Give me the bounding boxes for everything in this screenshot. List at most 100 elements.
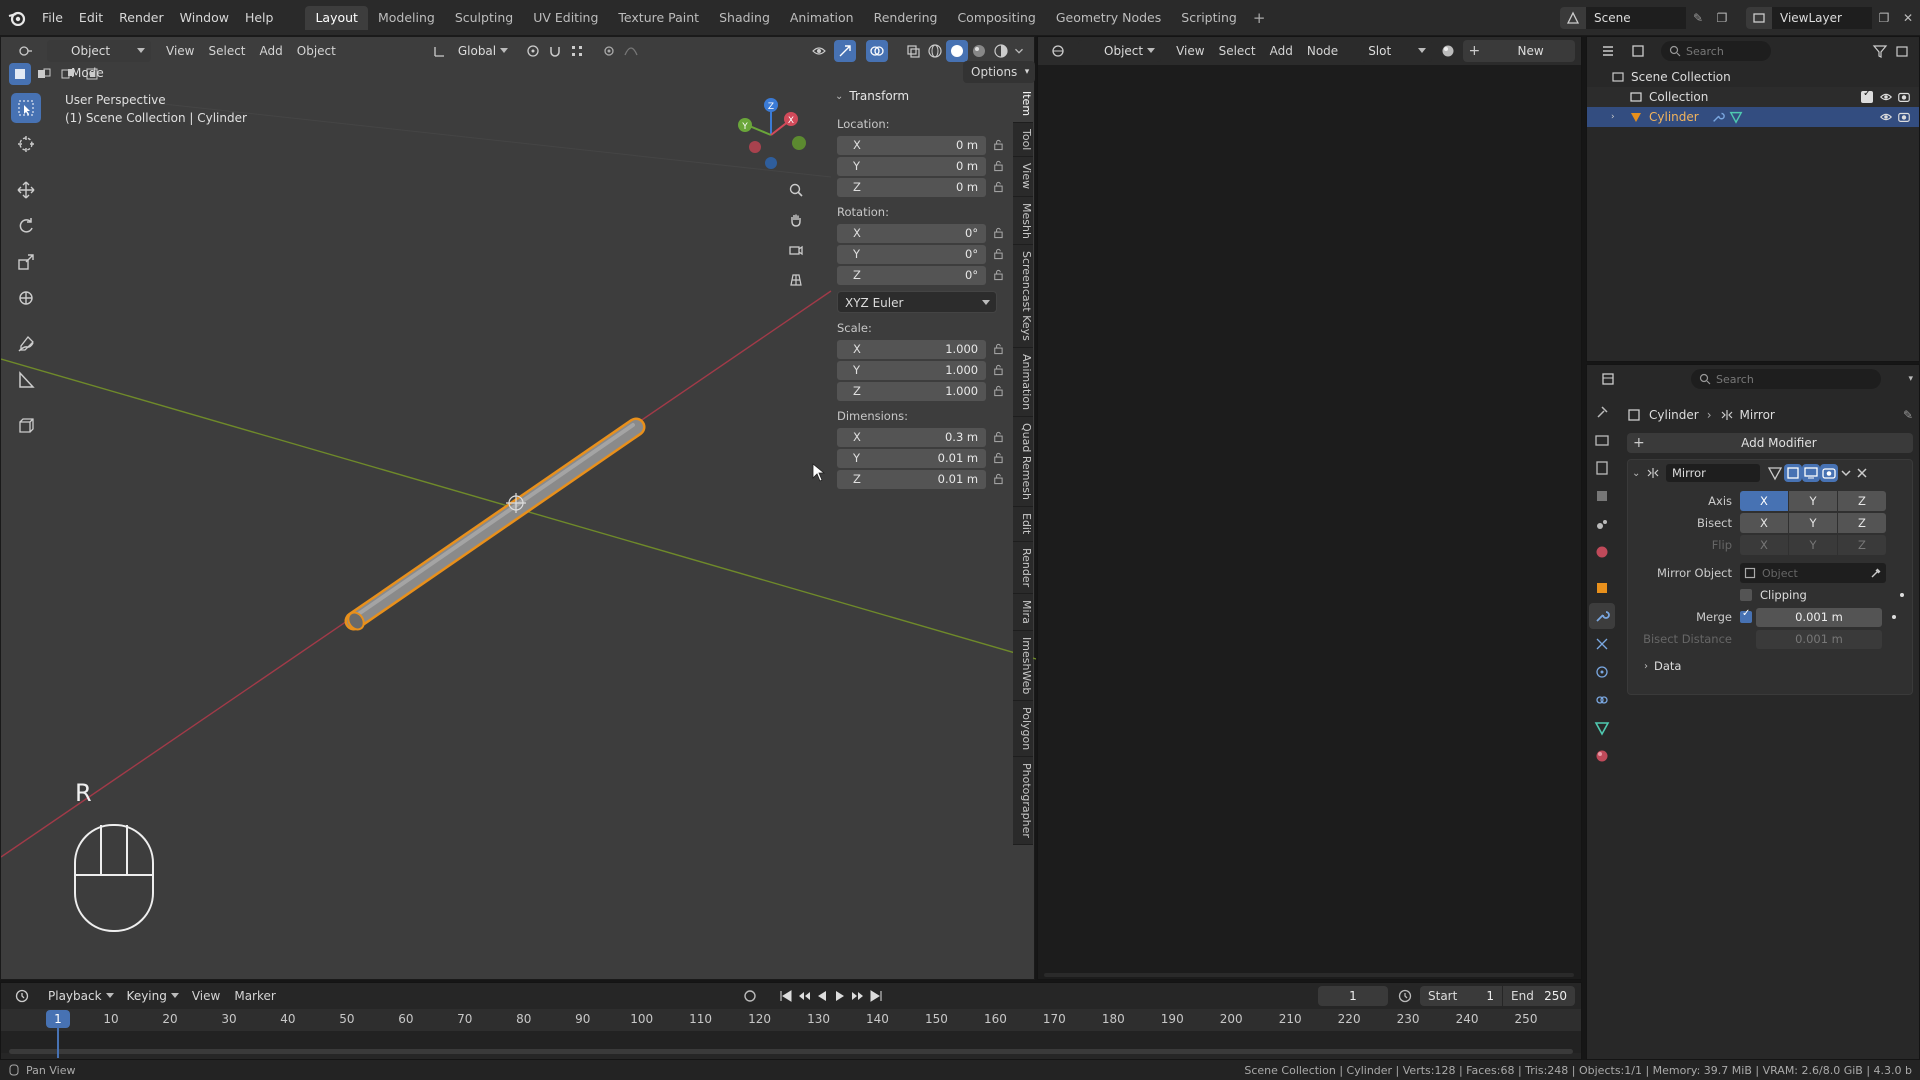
ntab-item[interactable]: Item xyxy=(1013,85,1033,124)
mirror-object-field[interactable]: Object xyxy=(1740,563,1886,583)
ntab-imeshweb[interactable]: ImeshWeb xyxy=(1013,631,1033,702)
timeline-editor-type-icon[interactable] xyxy=(7,985,37,1007)
modifier-wrench-icon[interactable] xyxy=(1711,110,1725,124)
bisect-x-toggle[interactable]: X xyxy=(1740,513,1788,533)
tab-rendering[interactable]: Rendering xyxy=(864,6,948,30)
modifier-dropdown-icon[interactable] xyxy=(1838,464,1854,482)
lock-icon[interactable] xyxy=(992,180,1005,194)
falloff-icon[interactable] xyxy=(620,40,642,62)
end-frame-field[interactable]: End 250 xyxy=(1503,986,1575,1006)
clipping-keyframe-dot[interactable] xyxy=(1900,593,1904,597)
show-viewport-icon[interactable] xyxy=(1802,464,1820,482)
gizmo-toggle-icon[interactable] xyxy=(834,40,856,62)
tab-compositing[interactable]: Compositing xyxy=(947,6,1045,30)
tab-scripting[interactable]: Scripting xyxy=(1171,6,1247,30)
next-keyframe-icon[interactable] xyxy=(849,985,867,1007)
select-intersect-icon[interactable] xyxy=(81,63,103,85)
proportional-edit-icon[interactable] xyxy=(598,40,620,62)
menu-render[interactable]: Render xyxy=(111,7,172,29)
ntab-quad-remesh[interactable]: Quad Remesh xyxy=(1013,417,1033,508)
tab-geometry-nodes[interactable]: Geometry Nodes xyxy=(1046,6,1171,30)
outliner-row-scene-collection[interactable]: Scene Collection xyxy=(1587,67,1919,87)
scale-z-field[interactable]: Z 1.000 xyxy=(837,381,987,401)
scale-y-field[interactable]: Y 1.000 xyxy=(837,360,987,380)
pin-icon[interactable]: ✎ xyxy=(1686,11,1710,25)
new-collection-icon[interactable] xyxy=(1891,40,1913,62)
ptab-render-icon[interactable] xyxy=(1589,427,1615,453)
dimensions-x-field[interactable]: X 0.3 m xyxy=(837,427,987,447)
ptab-physics-icon[interactable] xyxy=(1589,659,1615,685)
flip-x-toggle[interactable]: X xyxy=(1740,535,1788,555)
location-x-field[interactable]: X 0 m xyxy=(837,135,987,155)
viewport-menu-view[interactable]: View xyxy=(159,40,201,62)
mode-dropdown[interactable]: Object Mode xyxy=(47,40,151,80)
new-view-layer-icon[interactable]: ❐ xyxy=(1872,11,1896,25)
lock-icon[interactable] xyxy=(992,138,1005,152)
dimensions-y-field[interactable]: Y 0.01 m xyxy=(837,448,987,468)
ntab-tool[interactable]: Tool xyxy=(1013,123,1033,158)
eyedropper-icon[interactable] xyxy=(1870,567,1882,579)
lock-icon[interactable] xyxy=(992,268,1005,282)
ntab-screencast-keys[interactable]: Screencast Keys xyxy=(1013,245,1033,349)
ntab-photographer[interactable]: Photographer xyxy=(1013,757,1033,846)
lock-icon[interactable] xyxy=(992,159,1005,173)
lock-icon[interactable] xyxy=(992,451,1005,465)
cylinder-eye-icon[interactable] xyxy=(1879,110,1893,124)
viewport-3d[interactable]: Object Mode View Select Add Object Globa… xyxy=(0,36,1036,980)
outliner-editor-type-icon[interactable] xyxy=(1593,40,1623,62)
lock-icon[interactable] xyxy=(992,342,1005,356)
ptab-data-icon[interactable] xyxy=(1589,715,1615,741)
shading-material-icon[interactable] xyxy=(968,40,990,62)
ntab-view[interactable]: View xyxy=(1013,157,1033,197)
ptab-material-icon[interactable] xyxy=(1589,743,1615,769)
edit-mode-cage-icon[interactable] xyxy=(1766,464,1784,482)
ptab-constraints-icon[interactable] xyxy=(1589,687,1615,713)
cylinder-camera-icon[interactable] xyxy=(1897,110,1911,124)
bisect-z-toggle[interactable]: Z xyxy=(1838,513,1886,533)
select-extend-icon[interactable] xyxy=(33,63,55,85)
menu-file[interactable]: File xyxy=(34,7,71,29)
location-z-field[interactable]: Z 0 m xyxy=(837,177,987,197)
filter-icon[interactable] xyxy=(1869,40,1891,62)
menu-edit[interactable]: Edit xyxy=(71,7,111,29)
tool-annotate[interactable] xyxy=(11,329,41,359)
new-material-button[interactable]: + New xyxy=(1462,40,1575,62)
tool-move[interactable] xyxy=(11,175,41,205)
show-render-icon[interactable] xyxy=(1820,464,1838,482)
viewport-menu-add[interactable]: Add xyxy=(253,40,290,62)
scene-selector-icon[interactable] xyxy=(1560,6,1586,29)
timeline-menu-keying[interactable]: Keying xyxy=(120,985,185,1007)
outliner-row-collection[interactable]: Collection ✓ xyxy=(1587,87,1919,107)
tool-transform[interactable] xyxy=(11,283,41,313)
data-subpanel-header[interactable]: › Data xyxy=(1628,656,1912,676)
shading-rendered-icon[interactable] xyxy=(990,40,1012,62)
jump-end-icon[interactable] xyxy=(867,985,885,1007)
tool-scale[interactable] xyxy=(11,247,41,277)
tab-layout[interactable]: Layout xyxy=(305,5,368,30)
tool-rotate[interactable] xyxy=(11,211,41,241)
lock-icon[interactable] xyxy=(992,384,1005,398)
play-reverse-icon[interactable] xyxy=(813,985,831,1007)
ntab-meshh[interactable]: Meshh xyxy=(1013,197,1033,246)
timeline-menu-marker[interactable]: Marker xyxy=(227,985,282,1007)
ptab-particles-icon[interactable] xyxy=(1589,631,1615,657)
clipping-checkbox[interactable] xyxy=(1740,589,1752,601)
scale-x-field[interactable]: X 1.000 xyxy=(837,339,987,359)
exclude-checkbox[interactable]: ✓ xyxy=(1861,88,1873,103)
lock-icon[interactable] xyxy=(992,363,1005,377)
editor-type-icon[interactable] xyxy=(9,40,43,62)
shading-wireframe-icon[interactable] xyxy=(924,40,946,62)
rotation-z-field[interactable]: Z 0° xyxy=(837,265,987,285)
start-frame-field[interactable]: Start 1 xyxy=(1420,986,1502,1006)
outliner-row-cylinder[interactable]: › Cylinder xyxy=(1587,107,1919,127)
bisect-y-toggle[interactable]: Y xyxy=(1789,513,1837,533)
pan-hand-icon[interactable] xyxy=(785,209,807,231)
ntab-render[interactable]: Render xyxy=(1013,542,1033,594)
shading-options-icon[interactable] xyxy=(1012,40,1026,62)
node-menu-add[interactable]: Add xyxy=(1263,40,1300,62)
new-scene-icon[interactable]: ❐ xyxy=(1710,11,1734,25)
node-tree-type-dropdown[interactable]: Object xyxy=(1078,40,1162,62)
ptab-output-icon[interactable] xyxy=(1589,455,1615,481)
blender-logo-icon[interactable] xyxy=(0,10,34,26)
select-new-icon[interactable] xyxy=(9,63,31,85)
